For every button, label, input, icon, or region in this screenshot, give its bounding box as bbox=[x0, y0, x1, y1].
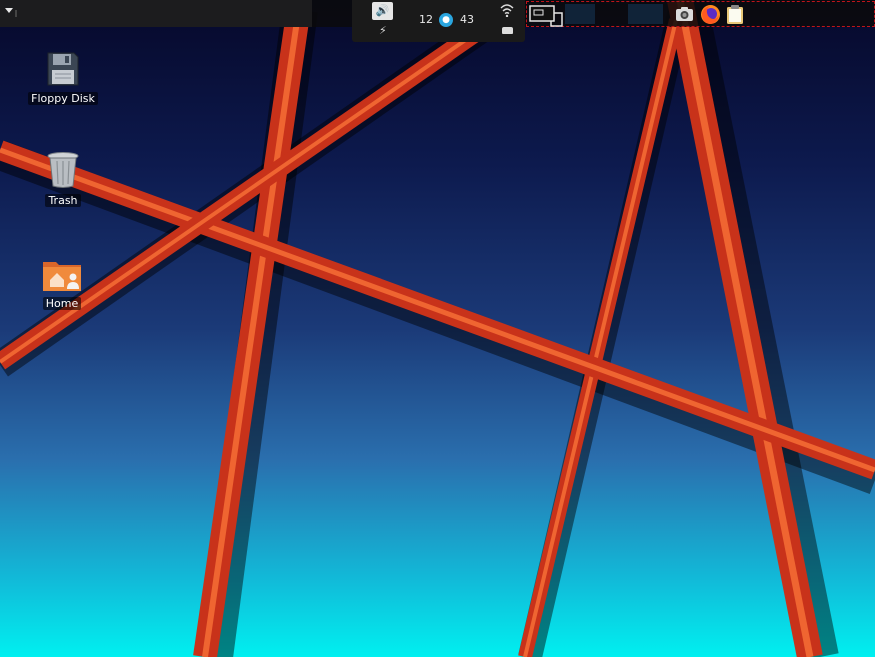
desktop-icon-trash[interactable]: Trash bbox=[25, 151, 101, 208]
panel-left-area bbox=[0, 0, 312, 27]
panel-separator bbox=[15, 10, 17, 17]
taskbar bbox=[526, 1, 875, 27]
desktop-icon-label: Home bbox=[42, 297, 82, 310]
firefox-icon[interactable] bbox=[700, 4, 721, 25]
applications-menu-icon[interactable] bbox=[5, 8, 13, 13]
wifi-icon[interactable] bbox=[500, 3, 514, 17]
screenshot-icon[interactable] bbox=[675, 6, 694, 22]
tray-number-right: 43 bbox=[460, 13, 474, 26]
update-notifier-icon[interactable]: ● bbox=[439, 13, 453, 27]
window-switcher-icon[interactable] bbox=[529, 5, 563, 27]
floppy-disk-icon bbox=[47, 52, 79, 86]
clipboard-icon[interactable] bbox=[726, 4, 744, 25]
desktop-icon-label: Trash bbox=[45, 194, 81, 207]
system-tray: 🔊 ⚡ 12 ● 43 bbox=[352, 0, 525, 42]
desktop-icon-label: Floppy Disk bbox=[28, 92, 98, 105]
desktop-icon-floppy-disk[interactable]: Floppy Disk bbox=[25, 51, 101, 106]
charging-icon: ⚡ bbox=[379, 24, 387, 37]
home-folder-icon bbox=[43, 262, 81, 291]
trash-icon bbox=[47, 152, 79, 188]
drive-icon[interactable] bbox=[502, 27, 513, 34]
task-slot[interactable] bbox=[565, 4, 595, 24]
tray-number-left: 12 bbox=[419, 13, 433, 26]
task-slot[interactable] bbox=[628, 4, 663, 24]
desktop-icon-home[interactable]: Home bbox=[24, 258, 100, 311]
volume-icon[interactable]: 🔊 bbox=[372, 2, 393, 20]
desktop-wallpaper bbox=[0, 0, 875, 657]
